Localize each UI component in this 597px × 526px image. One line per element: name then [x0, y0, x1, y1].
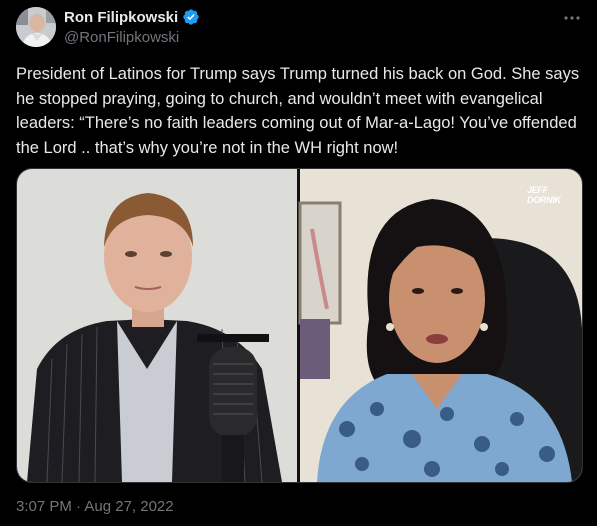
video-still [17, 169, 582, 482]
avatar-image [16, 7, 56, 47]
tweet-text: President of Latinos for Trump says Trum… [16, 65, 580, 157]
author-name-row: Ron Filipkowski [64, 8, 200, 26]
verified-badge-icon[interactable] [182, 8, 200, 26]
tweet: Ron Filipkowski @RonFilipkowski Presiden… [0, 0, 597, 526]
tweet-timestamp[interactable]: 3:07 PM · Aug 27, 2022 [16, 498, 174, 515]
author-handle[interactable]: @RonFilipkowski [64, 29, 179, 46]
more-options-icon[interactable] [562, 10, 582, 26]
video-watermark: JEFF DORNIK [527, 185, 561, 205]
author-display-name[interactable]: Ron Filipkowski [64, 9, 178, 26]
avatar[interactable] [16, 7, 56, 47]
tweet-media-video[interactable]: JEFF DORNIK [16, 168, 583, 483]
